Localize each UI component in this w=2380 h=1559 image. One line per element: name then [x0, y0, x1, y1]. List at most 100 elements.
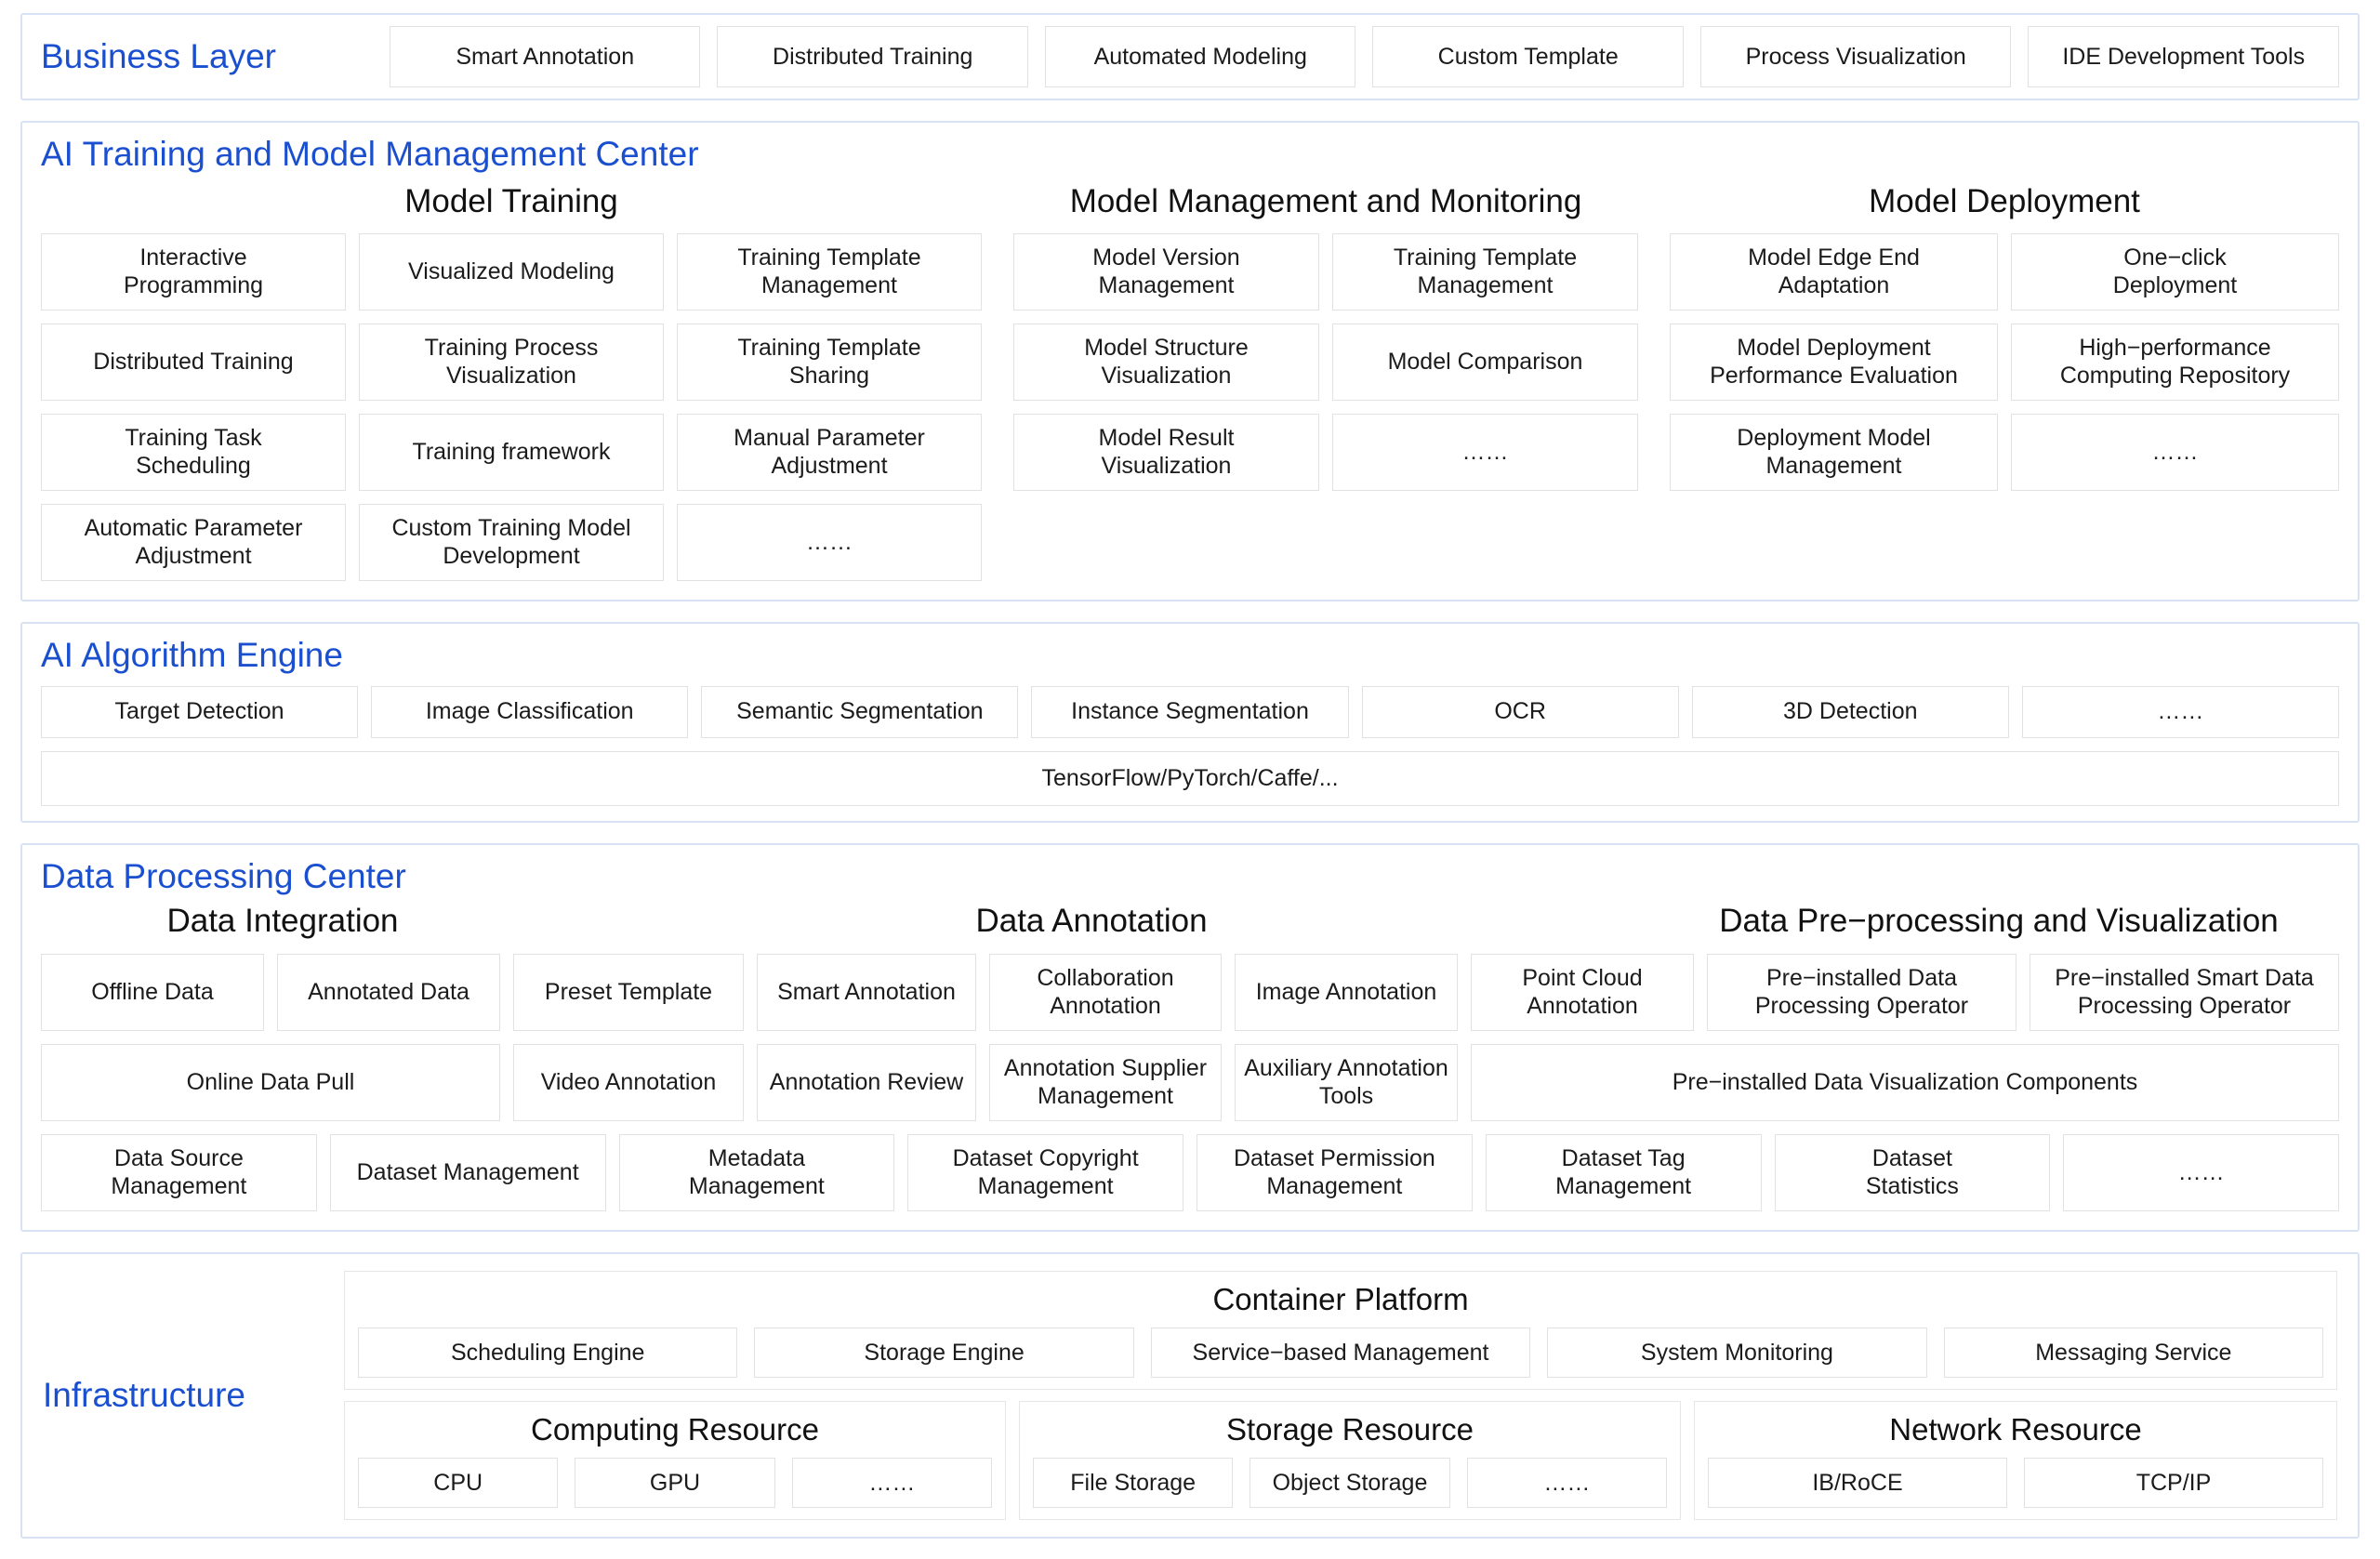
model-management-cell-ellipsis[interactable]: …… [1332, 413, 1638, 491]
algorithm-item[interactable]: Instance Segmentation [1031, 685, 1349, 738]
data-cell[interactable]: Data Source Management [41, 1133, 317, 1211]
algorithm-item[interactable]: OCR [1361, 685, 1679, 738]
data-processing-row-1: Offline Data Annotated Data Preset Templ… [41, 953, 2339, 1031]
model-training-cell[interactable]: Training Template Sharing [677, 323, 982, 401]
model-training-title: Model Training [404, 182, 618, 219]
model-deployment-cell-ellipsis[interactable]: …… [2011, 413, 2339, 491]
model-management-cell[interactable]: Model Version Management [1013, 232, 1319, 310]
data-cell[interactable]: Auxiliary Annotation Tools [1235, 1043, 1458, 1121]
data-cell[interactable]: Annotation Supplier Management [989, 1043, 1222, 1121]
data-cell[interactable]: Dataset Copyright Management [907, 1133, 1183, 1211]
business-item[interactable]: IDE Development Tools [2028, 26, 2339, 87]
model-deployment-column: Model Deployment Model Edge End Adaptatio… [1670, 183, 2339, 581]
model-management-cell[interactable]: Model Structure Visualization [1013, 323, 1319, 401]
grid-row: Model Version Management Training Templat… [1013, 232, 1638, 310]
model-management-cell[interactable]: Model Result Visualization [1013, 413, 1319, 491]
model-training-cell[interactable]: Custom Training Model Development [359, 503, 664, 581]
model-deployment-cell[interactable]: Model Deployment Performance Evaluation [1670, 323, 1998, 401]
model-deployment-cell[interactable]: Deployment Model Management [1670, 413, 1998, 491]
network-resource-items: IB/RoCE TCP/IP [1708, 1458, 2323, 1509]
data-cell[interactable]: Offline Data [41, 953, 264, 1031]
model-training-cell[interactable]: Automatic Parameter Adjustment [41, 503, 346, 581]
storage-resource-item[interactable]: Object Storage [1250, 1458, 1450, 1509]
algorithm-item[interactable]: Image Classification [371, 685, 689, 738]
model-deployment-title: Model Deployment [1869, 182, 2140, 219]
business-item[interactable]: Custom Template [1372, 26, 1684, 87]
grid-row: Deployment Model Management …… [1670, 413, 2339, 491]
business-item[interactable]: Automated Modeling [1044, 26, 1356, 87]
grid-row: Model Result Visualization …… [1013, 413, 1638, 491]
model-management-cell[interactable]: Training Template Management [1332, 232, 1638, 310]
ai-algorithm-engine-title: AI Algorithm Engine [41, 635, 343, 674]
data-cell[interactable]: Dataset Statistics [1774, 1133, 2051, 1211]
data-cell[interactable]: Dataset Permission Management [1197, 1133, 1473, 1211]
data-cell[interactable]: Point Cloud Annotation [1471, 953, 1694, 1031]
storage-resource-item-ellipsis[interactable]: …… [1466, 1458, 1667, 1509]
data-cell[interactable]: Annotation Review [757, 1043, 976, 1121]
model-training-cell[interactable]: Visualized Modeling [359, 232, 664, 310]
data-cell[interactable]: Pre−installed Smart Data Processing Opera… [2030, 953, 2339, 1031]
model-training-cell[interactable]: Training Task Scheduling [41, 413, 346, 491]
network-resource-panel: Network Resource IB/RoCE TCP/IP [1694, 1400, 2337, 1521]
storage-resource-item[interactable]: File Storage [1033, 1458, 1234, 1509]
model-deployment-cell[interactable]: One−click Deployment [2011, 232, 2339, 310]
business-item[interactable]: Distributed Training [717, 26, 1028, 87]
business-layer-section: Business Layer Smart Annotation Distribu… [20, 13, 2360, 100]
model-training-cell[interactable]: Training Process Visualization [359, 323, 664, 401]
model-training-cell[interactable]: Training framework [359, 413, 664, 491]
algorithm-item[interactable]: Target Detection [41, 685, 359, 738]
data-cell[interactable]: Dataset Management [329, 1133, 606, 1211]
data-cell[interactable]: Online Data Pull [41, 1043, 500, 1121]
data-annotation-title: Data Annotation [975, 903, 1208, 940]
data-cell[interactable]: Annotated Data [277, 953, 500, 1031]
business-item[interactable]: Process Visualization [1699, 26, 2012, 87]
algorithm-engine-items: Target Detection Image Classification Se… [41, 685, 2339, 738]
infrastructure-title: Infrastructure [43, 1375, 245, 1414]
grid-row: Training Task Scheduling Training framewo… [41, 413, 982, 491]
data-cell[interactable]: Pre−installed Data Processing Operator [1707, 953, 2016, 1031]
model-deployment-cell[interactable]: High−performance Computing Repository [2011, 323, 2339, 401]
container-platform-item[interactable]: Messaging Service [1943, 1327, 2324, 1378]
data-cell[interactable]: Preset Template [513, 953, 744, 1031]
grid-row: Model Edge End Adaptation One−click Deploy… [1670, 232, 2339, 310]
model-deployment-cell[interactable]: Model Edge End Adaptation [1670, 232, 1998, 310]
data-cell[interactable]: Dataset Tag Management [1485, 1133, 1762, 1211]
data-cell[interactable]: Video Annotation [513, 1043, 744, 1121]
data-cell[interactable]: Image Annotation [1235, 953, 1458, 1031]
data-cell[interactable]: Metadata Management [618, 1133, 895, 1211]
algorithm-item[interactable]: Semantic Segmentation [701, 685, 1019, 738]
computing-resource-items: CPU GPU …… [358, 1458, 992, 1509]
container-platform-item[interactable]: Storage Engine [754, 1327, 1134, 1378]
model-management-grid: Model Version Management Training Templat… [1013, 232, 1638, 491]
container-platform-items: Scheduling Engine Storage Engine Service… [358, 1327, 2324, 1378]
model-management-cell[interactable]: Model Comparison [1332, 323, 1638, 401]
data-cell[interactable]: Smart Annotation [757, 953, 976, 1031]
infrastructure-resources: Computing Resource CPU GPU …… Storage Re… [344, 1400, 2337, 1521]
data-cell[interactable]: Collaboration Annotation [989, 953, 1222, 1031]
model-training-cell[interactable]: Manual Parameter Adjustment [677, 413, 982, 491]
computing-resource-item-ellipsis[interactable]: …… [791, 1458, 992, 1509]
computing-resource-item[interactable]: GPU [575, 1458, 775, 1509]
container-platform-item[interactable]: System Monitoring [1547, 1327, 1927, 1378]
algorithm-frameworks-bar[interactable]: TensorFlow/PyTorch/Caffe/... [41, 750, 2339, 806]
grid-row: Interactive Programming Visualized Modeli… [41, 232, 982, 310]
business-item[interactable]: Smart Annotation [389, 26, 701, 87]
data-cell-ellipsis[interactable]: …… [2063, 1133, 2339, 1211]
model-deployment-grid: Model Edge End Adaptation One−click Deploy… [1670, 232, 2339, 491]
algorithm-item[interactable]: 3D Detection [1691, 685, 2009, 738]
computing-resource-item[interactable]: CPU [358, 1458, 559, 1509]
model-training-cell[interactable]: Training Template Management [677, 232, 982, 310]
network-resource-item[interactable]: IB/RoCE [1708, 1458, 2007, 1509]
algorithm-item-ellipsis[interactable]: …… [2021, 685, 2339, 738]
computing-resource-title: Computing Resource [531, 1411, 819, 1447]
model-training-cell[interactable]: Distributed Training [41, 323, 346, 401]
container-platform-item[interactable]: Service−based Management [1150, 1327, 1531, 1378]
network-resource-item[interactable]: TCP/IP [2024, 1458, 2323, 1509]
model-training-grid: Interactive Programming Visualized Modeli… [41, 232, 982, 581]
model-training-cell[interactable]: Interactive Programming [41, 232, 346, 310]
container-platform-item[interactable]: Scheduling Engine [358, 1327, 738, 1378]
model-training-cell-ellipsis[interactable]: …… [677, 503, 982, 581]
data-processing-group-titles: Data Integration Data Annotation Data Pr… [41, 903, 2339, 953]
grid-row: Model Structure Visualization Model Compa… [1013, 323, 1638, 401]
data-cell[interactable]: Pre−installed Data Visualization Compone… [1471, 1043, 2339, 1121]
